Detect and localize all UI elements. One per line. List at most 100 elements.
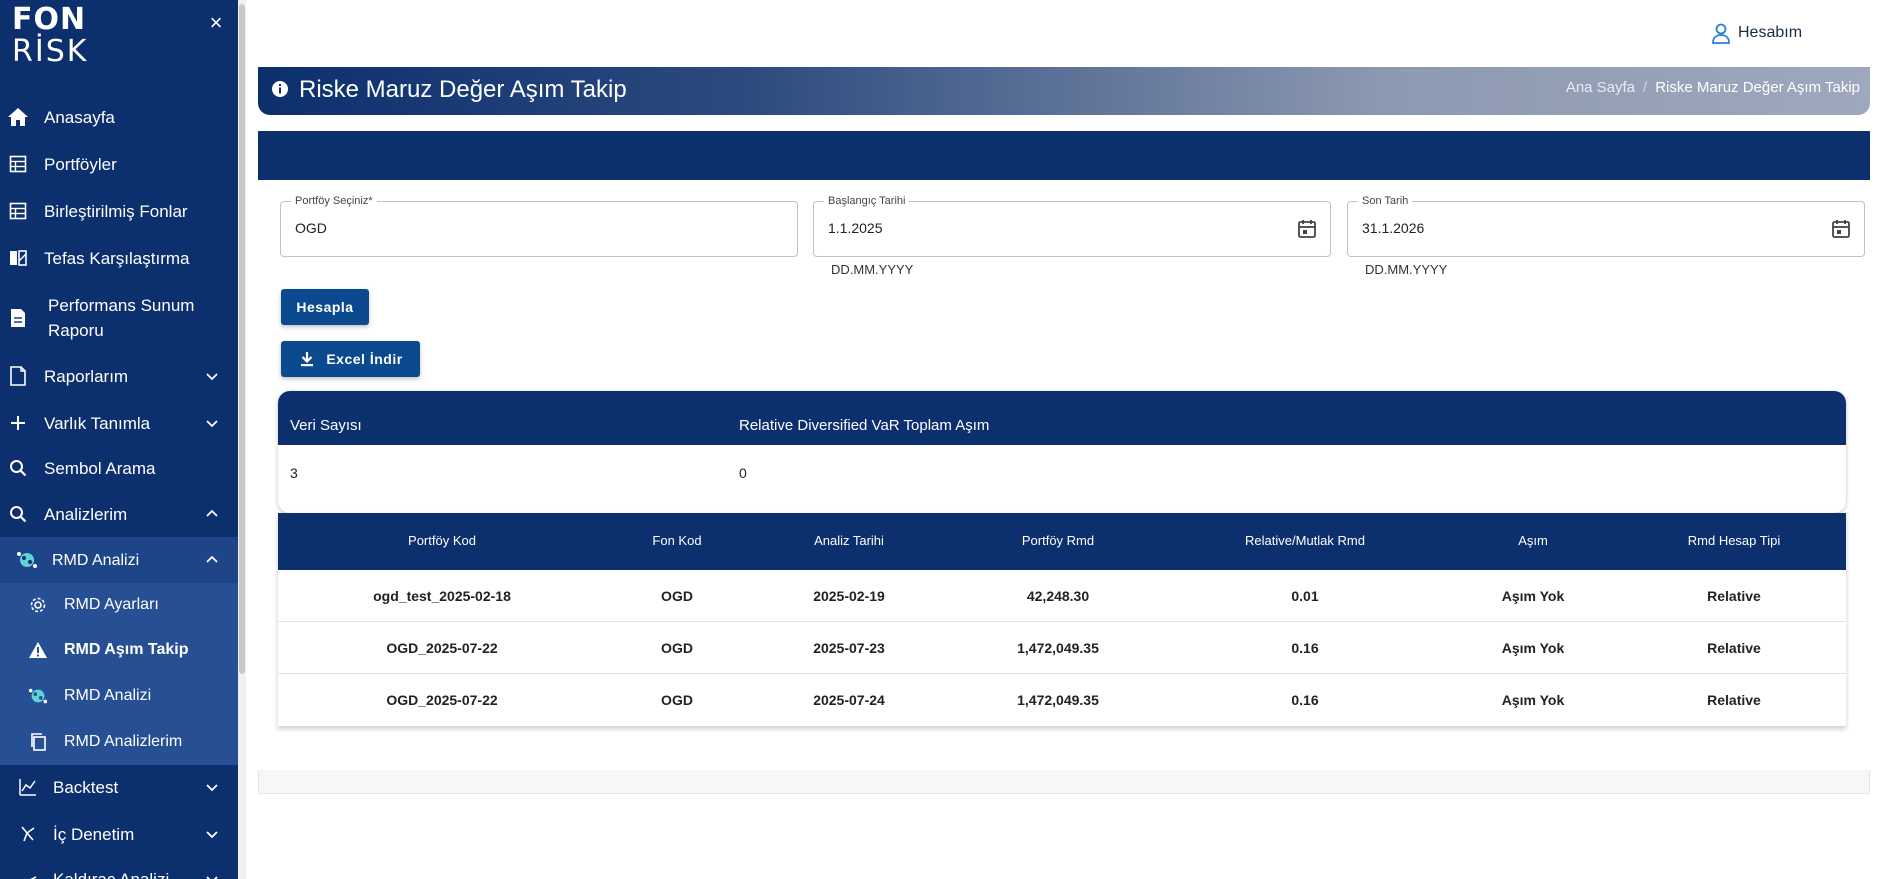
summary-table: Veri Sayısı Relative Diversified VaR Top… — [278, 391, 1846, 513]
cell-analysis-date: 2025-07-23 — [813, 640, 885, 656]
table-row[interactable]: OGD_2025-07-22 OGD 2025-07-24 1,472,049.… — [278, 674, 1846, 726]
sidebar-item-label: RMD Analizlerim — [64, 733, 183, 750]
account-menu[interactable]: Hesabım — [1710, 20, 1802, 46]
column-header-portfolio-code[interactable]: Portföy Kod — [408, 533, 476, 548]
column-header-rmd-calc-type[interactable]: Rmd Hesap Tipi — [1688, 533, 1780, 548]
sidebar-item-tefas-karsilastirma[interactable]: Tefas Karşılaştırma — [0, 236, 238, 280]
end-date-value: 31.1.2026 — [1362, 220, 1425, 236]
sidebar-item-label: Varlık Tanımla — [44, 413, 151, 433]
sidebar-item-sembol-arama[interactable]: Sembol Arama — [0, 446, 238, 490]
calendar-icon[interactable] — [1296, 218, 1318, 240]
column-header-analysis-date[interactable]: Analiz Tarihi — [814, 533, 884, 548]
summary-header-count: Veri Sayısı — [290, 417, 362, 434]
sidebar: FON RİSK × Anasayfa Portföyler Birleştir… — [0, 0, 238, 879]
cell-portfolio-code: OGD_2025-07-22 — [386, 692, 498, 708]
sidebar-item-label-line-2: Raporu — [48, 321, 104, 340]
start-date-hint: DD.MM.YYYY — [831, 262, 914, 277]
sidebar-item-label: Portföyler — [44, 154, 117, 174]
breadcrumb-current: Riske Maruz Değer Aşım Takip — [1655, 79, 1860, 96]
cell-rmd-calc-type: Relative — [1707, 640, 1761, 656]
audit-icon — [17, 823, 39, 845]
column-header-exceed[interactable]: Aşım — [1518, 533, 1548, 548]
sidebar-item-label: Raporlarım — [44, 366, 129, 386]
sidebar-item-performans-sunum-raporu[interactable]: Performans Sunum Raporu — [0, 290, 238, 346]
sidebar-item-ic-denetim[interactable]: İç Denetim — [0, 812, 238, 856]
scrollbar-thumb[interactable] — [239, 4, 245, 674]
cell-portfolio-rmd: 42,248.30 — [1026, 588, 1090, 604]
chart-icon — [17, 776, 39, 798]
gear-icon — [28, 595, 48, 615]
summary-total-exceed-value: 0 — [739, 465, 747, 481]
chevron-up-icon[interactable] — [204, 552, 220, 568]
account-label: Hesabım — [1738, 24, 1803, 41]
sidebar-item-rmd-analizi[interactable]: RMD Analizi — [0, 674, 238, 718]
results-table: Portföy Kod Fon Kod Analiz Tarihi Portfö… — [278, 513, 1846, 726]
cell-portfolio-rmd: 1,472,049.35 — [1017, 640, 1099, 656]
table-icon — [7, 153, 29, 175]
home-icon — [7, 106, 29, 128]
portfolio-select-label: Portföy Seçiniz* — [291, 194, 377, 208]
cell-rmd-calc-type: Relative — [1707, 692, 1761, 708]
portfolio-select-value: OGD — [295, 220, 327, 236]
chevron-up-icon[interactable] — [204, 506, 220, 522]
file-icon — [7, 365, 29, 387]
close-icon[interactable]: × — [206, 12, 226, 34]
chevron-down-icon[interactable] — [204, 871, 220, 879]
cell-relative-absolute-rmd: 0.16 — [1291, 640, 1319, 656]
table-icon — [7, 200, 29, 222]
info-icon — [272, 81, 288, 97]
sidebar-item-rmd-ayarlari[interactable]: RMD Ayarları — [0, 583, 238, 627]
end-date-field[interactable]: Son Tarih 31.1.2026 — [1347, 194, 1865, 257]
column-header-portfolio-rmd[interactable]: Portföy Rmd — [1022, 533, 1094, 548]
summary-header-total-exceed: Relative Diversified VaR Toplam Aşım — [739, 417, 990, 434]
sidebar-item-portfoyler[interactable]: Portföyler — [0, 142, 238, 186]
sidebar-item-analizlerim[interactable]: Analizlerim — [0, 492, 238, 536]
sidebar-item-rmd-analizi-group[interactable]: RMD Analizi — [0, 538, 238, 582]
chevron-down-icon[interactable] — [204, 415, 220, 431]
sidebar-item-label: RMD Ayarları — [64, 596, 159, 613]
card-header — [258, 131, 1870, 180]
portfolio-select[interactable]: Portföy Seçiniz* OGD — [280, 194, 798, 257]
user-icon — [1712, 23, 1730, 44]
chevron-down-icon[interactable] — [204, 826, 220, 842]
cell-portfolio-code: ogd_test_2025-02-18 — [373, 588, 511, 604]
sidebar-scrollbar[interactable] — [238, 0, 246, 879]
sidebar-item-raporlarim[interactable]: Raporlarım — [0, 354, 238, 398]
sidebar-item-rmd-asim-takip[interactable]: RMD Aşım Takip — [0, 628, 238, 672]
start-date-field[interactable]: Başlangıç Tarihi 1.1.2025 — [813, 194, 1331, 257]
table-row[interactable]: OGD_2025-07-22 OGD 2025-07-23 1,472,049.… — [278, 622, 1846, 674]
end-date-label: Son Tarih — [1358, 194, 1413, 208]
cell-fund-code: OGD — [661, 692, 693, 708]
cell-exceed: Aşım Yok — [1501, 588, 1565, 604]
compare-icon — [7, 247, 29, 269]
search-icon — [7, 457, 29, 479]
chevron-down-icon[interactable] — [204, 368, 220, 384]
sidebar-item-label: Anasayfa — [44, 107, 115, 127]
chevron-down-icon[interactable] — [204, 779, 220, 795]
sidebar-item-birlestirilmis-fonlar[interactable]: Birleştirilmiş Fonlar — [0, 189, 238, 233]
table-row[interactable]: ogd_test_2025-02-18 OGD 2025-02-19 42,24… — [278, 570, 1846, 622]
cell-portfolio-code: OGD_2025-07-22 — [386, 640, 498, 656]
logo-line-1: FON — [12, 2, 87, 37]
lever-icon — [17, 868, 39, 879]
fonrisk-logo[interactable]: FON RİSK — [12, 4, 102, 70]
column-header-relative-absolute-rmd[interactable]: Relative/Mutlak Rmd — [1245, 533, 1365, 548]
sidebar-item-label: Backtest — [53, 777, 119, 797]
calendar-icon[interactable] — [1830, 218, 1852, 240]
calculate-button[interactable]: Hesapla — [281, 289, 369, 325]
breadcrumb-home-link[interactable]: Ana Sayfa — [1566, 79, 1635, 96]
column-header-fund-code[interactable]: Fon Kod — [652, 533, 701, 548]
results-table-header: Portföy Kod Fon Kod Analiz Tarihi Portfö… — [278, 513, 1846, 570]
sidebar-item-varlik-tanimla[interactable]: Varlık Tanımla — [0, 401, 238, 445]
excel-download-button[interactable]: Excel İndir — [281, 341, 420, 377]
sidebar-item-kaldirac-analizi[interactable]: Kaldıraç Analizi — [0, 857, 238, 879]
sidebar-item-label: İç Denetim — [53, 824, 135, 844]
start-date-value: 1.1.2025 — [828, 220, 883, 236]
sidebar-item-label: Analizlerim — [44, 504, 128, 524]
sidebar-item-rmd-analizlerim[interactable]: RMD Analizlerim — [0, 720, 238, 764]
document-icon — [7, 307, 29, 329]
sidebar-item-anasayfa[interactable]: Anasayfa — [0, 95, 238, 139]
end-date-hint: DD.MM.YYYY — [1365, 262, 1448, 277]
cell-analysis-date: 2025-07-24 — [813, 692, 885, 708]
sidebar-item-backtest[interactable]: Backtest — [0, 765, 238, 809]
